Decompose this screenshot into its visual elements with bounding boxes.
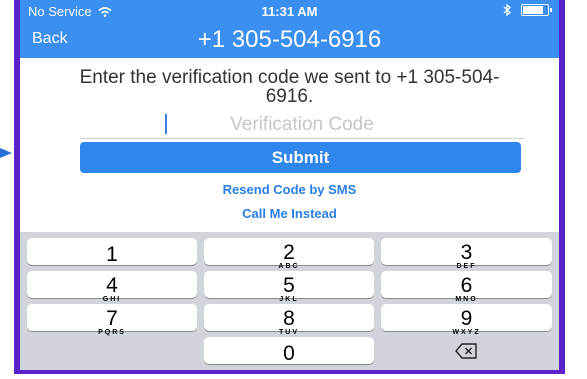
instructions-text: Enter the verification code we sent to +… [79, 67, 500, 107]
key-3[interactable]: 3 DEF [381, 238, 552, 270]
delete-key[interactable] [381, 337, 552, 364]
call-me-link[interactable]: Call Me Instead [20, 206, 559, 221]
key-4[interactable]: 4 GHI [27, 271, 197, 303]
key-1[interactable]: 1 [27, 238, 197, 265]
key-6[interactable]: 6 MNO [381, 271, 552, 303]
status-bar: No Service 11:31 AM [20, 0, 559, 22]
resend-code-link[interactable]: Resend Code by SMS [20, 182, 559, 197]
key-5[interactable]: 5 JKL [204, 271, 374, 303]
page-title: +1 305-504-6916 [197, 26, 382, 53]
bluetooth-icon [503, 4, 511, 16]
phone-screen: No Service 11:31 AM Back +1 305-504-6916… [20, 0, 559, 370]
pointer-arrow-icon [0, 148, 12, 158]
backspace-icon [455, 343, 477, 359]
key-8[interactable]: 8 TUV [204, 304, 374, 336]
numeric-keypad: 1 2 ABC 3 DEF 4 GHI 5 JKL 6 MNO 7 PQRS 8… [20, 232, 559, 370]
verification-code-input[interactable] [80, 112, 524, 139]
text-cursor [165, 114, 167, 134]
submit-button[interactable]: Submit [80, 142, 521, 173]
status-time: 11:31 AM [261, 4, 318, 19]
key-7[interactable]: 7 PQRS [27, 304, 197, 336]
battery-icon [521, 4, 552, 16]
key-2[interactable]: 2 ABC [204, 238, 374, 270]
navigation-bar: Back +1 305-504-6916 [20, 22, 559, 58]
key-0[interactable]: 0 [204, 337, 374, 364]
key-9[interactable]: 9 WXYZ [381, 304, 552, 336]
